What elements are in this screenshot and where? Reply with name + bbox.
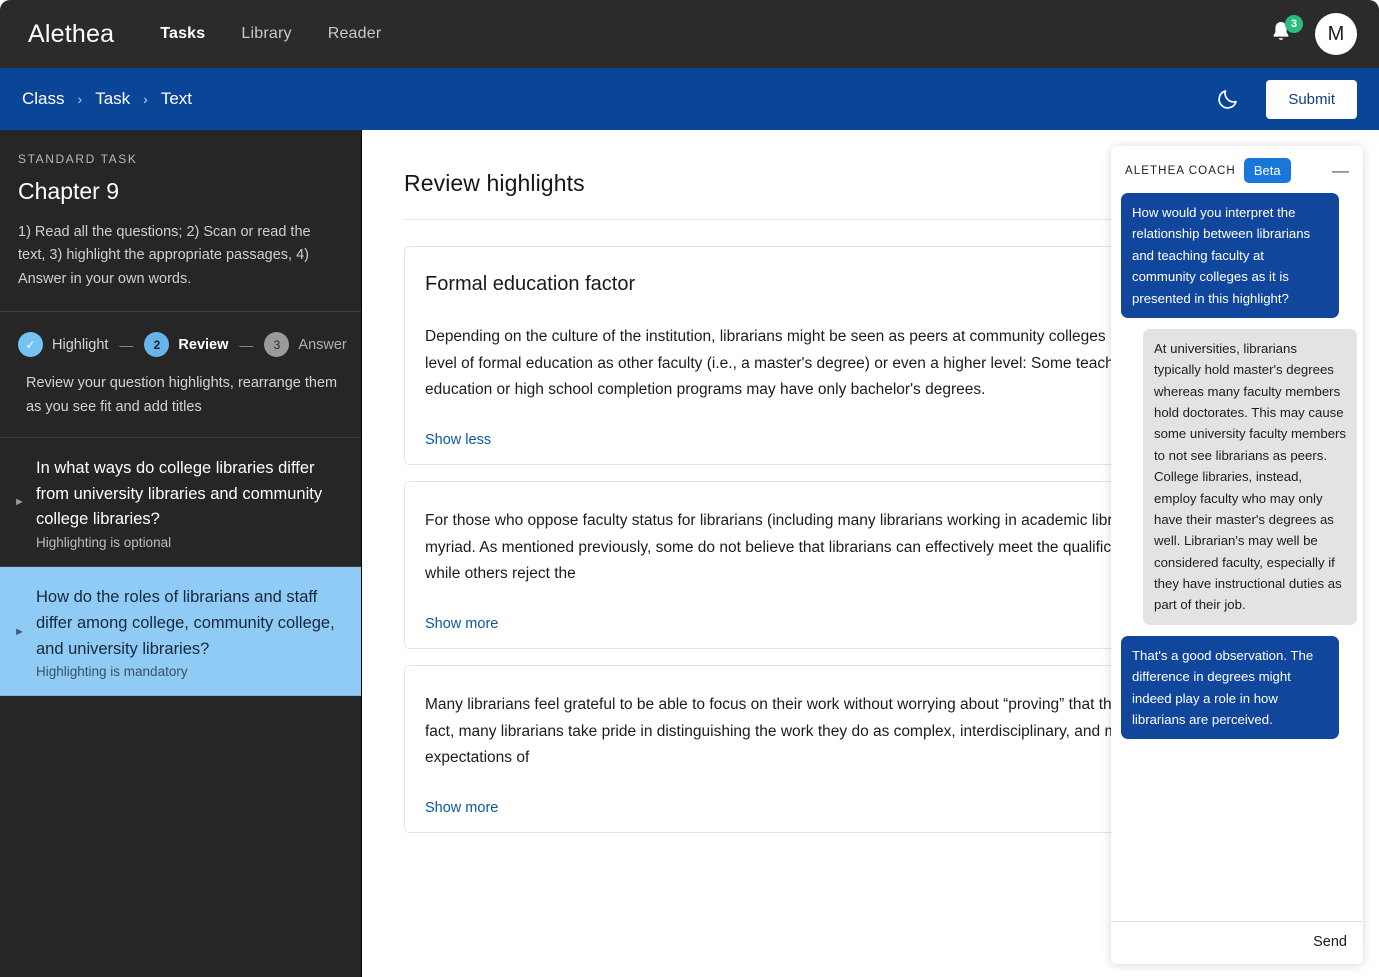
show-less-toggle[interactable]: Show less xyxy=(425,432,491,448)
breadcrumb-separator: › xyxy=(143,91,148,107)
task-title: Chapter 9 xyxy=(18,178,120,204)
app-logo[interactable]: Alethea xyxy=(28,20,114,49)
question-subtitle: Highlighting is mandatory xyxy=(36,664,188,680)
moon-icon[interactable] xyxy=(1216,87,1240,111)
nav-link-tasks[interactable]: Tasks xyxy=(160,25,205,43)
step-marker-review[interactable]: 2 xyxy=(144,332,170,358)
chevron-right-icon: ► xyxy=(14,496,25,509)
step-label-review[interactable]: Review xyxy=(178,337,228,353)
task-type-label: STANDARD TASK xyxy=(18,152,138,166)
step-separator: — xyxy=(239,336,254,353)
question-subtitle: Highlighting is optional xyxy=(36,535,172,551)
breadcrumb-item-class[interactable]: Class xyxy=(22,89,65,109)
question-list: ► In what ways do college libraries diff… xyxy=(0,438,361,977)
nav-right-group: 3 M xyxy=(1269,13,1357,55)
coach-chat-panel: ALETHEA COACH Beta — How would you inter… xyxy=(1111,146,1363,964)
send-button[interactable]: Send xyxy=(1313,934,1347,950)
chevron-right-icon: ► xyxy=(14,625,25,638)
chat-message-user: That's a good observation. The differenc… xyxy=(1121,635,1339,740)
notification-count-badge: 3 xyxy=(1285,15,1303,33)
submit-button[interactable]: Submit xyxy=(1266,79,1357,119)
question-title: How do the roles of librarians and staff… xyxy=(36,588,335,658)
minimize-icon[interactable]: — xyxy=(1332,162,1353,179)
coach-chat-footer: Send xyxy=(1111,921,1363,964)
breadcrumb-separator: › xyxy=(77,91,83,107)
task-instructions: 1) Read all the questions; 2) Scan or re… xyxy=(18,224,311,287)
step-marker-answer[interactable]: 3 xyxy=(264,332,290,358)
question-list-item[interactable]: ► In what ways do college libraries diff… xyxy=(0,438,361,568)
show-more-toggle[interactable]: Show more xyxy=(425,800,498,816)
step-progress-block: ✓ Highlight — 2 Review — 3 Answer Review… xyxy=(0,312,361,436)
step-separator: — xyxy=(119,336,134,353)
notifications-button[interactable]: 3 xyxy=(1269,15,1303,49)
show-more-toggle[interactable]: Show more xyxy=(425,616,498,632)
breadcrumb-actions: Submit xyxy=(1216,79,1357,119)
breadcrumb-item-text[interactable]: Text xyxy=(161,89,192,109)
question-title: In what ways do college libraries differ… xyxy=(36,458,323,529)
nav-link-library[interactable]: Library xyxy=(241,25,291,43)
nav-link-reader[interactable]: Reader xyxy=(328,25,382,43)
task-sidebar: STANDARD TASK Chapter 9 1) Read all the … xyxy=(0,130,362,977)
chat-message-bot: At universities, librarians typically ho… xyxy=(1143,328,1357,625)
breadcrumb-item-task[interactable]: Task xyxy=(95,89,130,109)
breadcrumb: Class › Task › Text xyxy=(22,89,192,109)
coach-chat-header: ALETHEA COACH Beta — xyxy=(1111,146,1363,193)
coach-chat-title: ALETHEA COACH xyxy=(1125,164,1236,177)
step-marker-highlight[interactable]: ✓ xyxy=(18,332,43,358)
chat-message-user: How would you interpret the relationship… xyxy=(1121,193,1339,318)
step-progress: ✓ Highlight — 2 Review — 3 Answer xyxy=(18,332,347,358)
step-label-answer[interactable]: Answer xyxy=(298,337,346,353)
sidebar-header: STANDARD TASK Chapter 9 1) Read all the … xyxy=(0,130,361,311)
user-avatar[interactable]: M xyxy=(1315,13,1357,55)
question-list-item-selected[interactable]: ► How do the roles of librarians and sta… xyxy=(0,567,361,697)
top-navigation-bar: Alethea Tasks Library Reader 3 M xyxy=(0,0,1379,68)
coach-chat-messages[interactable]: How would you interpret the relationship… xyxy=(1111,193,1363,921)
step-label-highlight[interactable]: Highlight xyxy=(52,337,108,353)
page-body: STANDARD TASK Chapter 9 1) Read all the … xyxy=(0,130,1379,977)
breadcrumb-bar: Class › Task › Text Submit xyxy=(0,68,1379,130)
beta-badge[interactable]: Beta xyxy=(1243,158,1291,183)
step-help-text: Review your question highlights, rearran… xyxy=(26,375,338,415)
